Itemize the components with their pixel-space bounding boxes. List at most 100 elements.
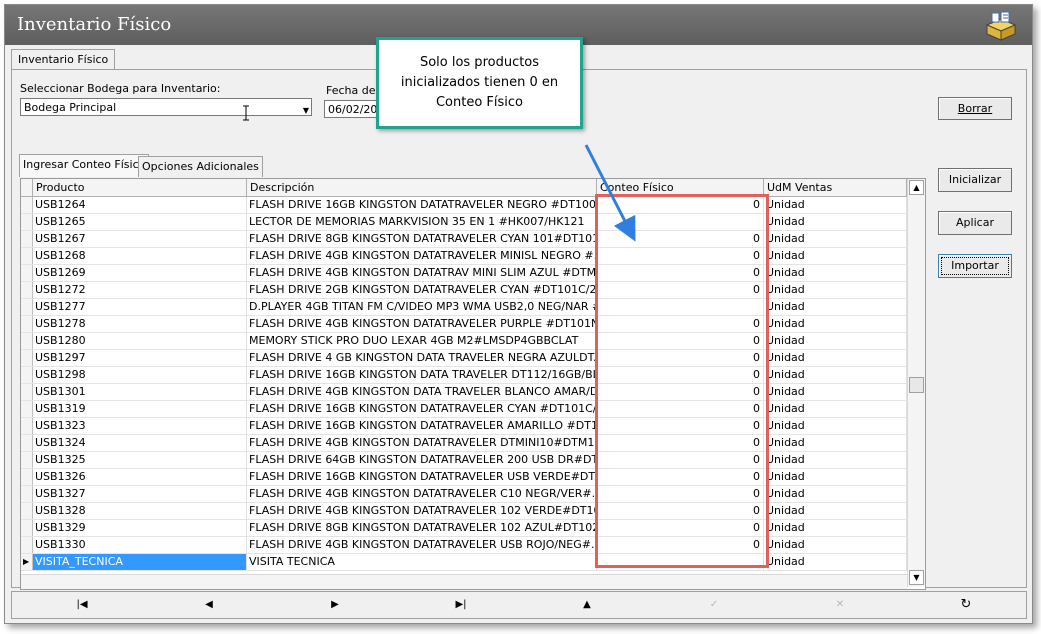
row-indicator[interactable] [21,265,33,281]
row-indicator[interactable] [21,367,33,383]
cell-udm-ventas[interactable]: Unidad [764,554,907,570]
cell-producto[interactable]: USB1301 [33,384,247,400]
row-indicator[interactable] [21,197,33,213]
table-row[interactable]: ▶ VISITA_TECNICA VISITA TECNICA Unidad [21,554,907,571]
col-descripcion[interactable]: Descripción [247,179,597,196]
cell-udm-ventas[interactable]: Unidad [764,486,907,502]
scroll-down-icon[interactable]: ▼ [909,570,924,585]
scroll-thumb[interactable] [909,377,924,393]
inicializar-button[interactable]: Inicializar [938,168,1012,192]
table-row[interactable]: USB1319 FLASH DRIVE 16GB KINGSTON DATATRA… [21,401,907,418]
table-row[interactable]: USB1264 FLASH DRIVE 16GB KINGSTON DATATRA… [21,197,907,214]
cell-descripcion[interactable]: FLASH DRIVE 2GB KINGSTON DATATRAVELER CY… [247,282,597,298]
table-row[interactable]: USB1326 FLASH DRIVE 16GB KINGSTON DATATRA… [21,469,907,486]
col-producto[interactable]: Producto [33,179,247,196]
table-row[interactable]: USB1298 FLASH DRIVE 16GB KINGSTON DATA TR… [21,367,907,384]
cell-producto[interactable]: USB1267 [33,231,247,247]
cell-descripcion[interactable]: FLASH DRIVE 4GB KINGSTON DATA TRAVELER B… [247,384,597,400]
table-row[interactable]: USB1323 FLASH DRIVE 16GB KINGSTON DATATRA… [21,418,907,435]
cell-descripcion[interactable]: FLASH DRIVE 4GB KINGSTON DATATRAVELER C1… [247,486,597,502]
tab-inventario-fisico[interactable]: Inventario Físico [11,49,116,70]
table-row[interactable]: USB1327 FLASH DRIVE 4GB KINGSTON DATATRAV… [21,486,907,503]
cell-producto[interactable]: USB1272 [33,282,247,298]
cell-producto[interactable]: USB1325 [33,452,247,468]
last-icon[interactable]: ▶| [449,596,473,614]
row-indicator[interactable] [21,418,33,434]
cell-udm-ventas[interactable]: Unidad [764,299,907,315]
first-icon[interactable]: |◀ [70,596,94,614]
cell-udm-ventas[interactable]: Unidad [764,503,907,519]
cell-udm-ventas[interactable]: Unidad [764,333,907,349]
cell-descripcion[interactable]: D.PLAYER 4GB TITAN FM C/VIDEO MP3 WMA US… [247,299,597,315]
cell-producto[interactable]: USB1297 [33,350,247,366]
cell-producto[interactable]: VISITA_TECNICA [33,554,247,570]
importar-button[interactable]: Importar [938,254,1012,278]
post-icon[interactable]: ✓ [702,596,726,614]
table-row[interactable]: USB1278 FLASH DRIVE 4GB KINGSTON DATATRAV… [21,316,907,333]
fecha-input[interactable]: 06/02/20 [324,100,384,118]
cell-descripcion[interactable]: FLASH DRIVE 4GB KINGSTON DATATRAVELER 10… [247,503,597,519]
scroll-up-icon[interactable]: ▲ [909,180,924,195]
row-indicator[interactable] [21,231,33,247]
cell-udm-ventas[interactable]: Unidad [764,282,907,298]
cell-producto[interactable]: USB1326 [33,469,247,485]
row-indicator[interactable] [21,486,33,502]
table-row[interactable]: USB1277 D.PLAYER 4GB TITAN FM C/VIDEO MP3… [21,299,907,316]
cell-producto[interactable]: USB1319 [33,401,247,417]
cell-producto[interactable]: USB1329 [33,520,247,536]
cell-producto[interactable]: USB1323 [33,418,247,434]
table-row[interactable]: USB1280 MEMORY STICK PRO DUO LEXAR 4GB M2… [21,333,907,350]
cell-descripcion[interactable]: FLASH DRIVE 4GB KINGSTON DATATRAVELER PU… [247,316,597,332]
cell-udm-ventas[interactable]: Unidad [764,469,907,485]
row-indicator[interactable] [21,248,33,264]
cell-producto[interactable]: USB1268 [33,248,247,264]
cell-producto[interactable]: USB1330 [33,537,247,553]
row-indicator[interactable] [21,452,33,468]
cell-descripcion[interactable]: FLASH DRIVE 4GB KINGSTON DATATRAV MINI S… [247,265,597,281]
horizontal-scrollbar[interactable] [21,574,907,589]
cell-descripcion[interactable]: FLASH DRIVE 16GB KINGSTON DATATRAVELER U… [247,469,597,485]
cell-descripcion[interactable]: LECTOR DE MEMORIAS MARKVISION 35 EN 1 #H… [247,214,597,230]
cell-producto[interactable]: USB1324 [33,435,247,451]
cell-udm-ventas[interactable]: Unidad [764,401,907,417]
col-udm-ventas[interactable]: UdM Ventas [764,179,907,196]
cell-udm-ventas[interactable]: Unidad [764,350,907,366]
cell-udm-ventas[interactable]: Unidad [764,214,907,230]
row-indicator[interactable] [21,299,33,315]
row-indicator[interactable] [21,503,33,519]
cell-producto[interactable]: USB1328 [33,503,247,519]
cell-producto[interactable]: USB1280 [33,333,247,349]
row-indicator[interactable] [21,350,33,366]
cell-producto[interactable]: USB1327 [33,486,247,502]
cell-descripcion[interactable]: FLASH DRIVE 4GB KINGSTON DATATRAVELER US… [247,537,597,553]
vertical-scrollbar[interactable]: ▲ ▼ [907,179,925,587]
chevron-down-icon[interactable]: ▼ [303,102,309,115]
row-indicator[interactable] [21,282,33,298]
conteo-grid[interactable]: Producto Descripción Conteo Físico UdM V… [20,178,926,590]
row-indicator[interactable] [21,401,33,417]
cell-descripcion[interactable]: FLASH DRIVE 4GB KINGSTON DATATRAVELER MI… [247,248,597,264]
refresh-icon[interactable]: ↻ [954,596,978,614]
table-row[interactable]: USB1301 FLASH DRIVE 4GB KINGSTON DATA TRA… [21,384,907,401]
cell-descripcion[interactable]: FLASH DRIVE 64GB KINGSTON DATATRAVELER 2… [247,452,597,468]
borrar-button[interactable]: Borrar [938,97,1012,120]
table-row[interactable]: USB1324 FLASH DRIVE 4GB KINGSTON DATATRAV… [21,435,907,452]
cell-udm-ventas[interactable]: Unidad [764,197,907,213]
cell-descripcion[interactable]: FLASH DRIVE 8GB KINGSTON DATATRAVELER CY… [247,231,597,247]
cell-udm-ventas[interactable]: Unidad [764,537,907,553]
insert-icon[interactable]: ▲ [575,596,599,614]
cell-descripcion[interactable]: VISITA TECNICA [247,554,597,570]
cell-descripcion[interactable]: FLASH DRIVE 16GB KINGSTON DATATRAVELER N… [247,197,597,213]
cell-descripcion[interactable]: FLASH DRIVE 16GB KINGSTON DATA TRAVELER … [247,367,597,383]
cell-udm-ventas[interactable]: Unidad [764,316,907,332]
tab-opciones-adicionales[interactable]: Opciones Adicionales [138,156,263,177]
table-row[interactable]: USB1267 FLASH DRIVE 8GB KINGSTON DATATRAV… [21,231,907,248]
table-row[interactable]: USB1328 FLASH DRIVE 4GB KINGSTON DATATRAV… [21,503,907,520]
table-row[interactable]: USB1268 FLASH DRIVE 4GB KINGSTON DATATRAV… [21,248,907,265]
table-row[interactable]: USB1265 LECTOR DE MEMORIAS MARKVISION 35 … [21,214,907,231]
table-row[interactable]: USB1297 FLASH DRIVE 4 GB KINGSTON DATA TR… [21,350,907,367]
cell-udm-ventas[interactable]: Unidad [764,452,907,468]
row-indicator[interactable] [21,435,33,451]
table-row[interactable]: USB1325 FLASH DRIVE 64GB KINGSTON DATATRA… [21,452,907,469]
table-row[interactable]: USB1329 FLASH DRIVE 8GB KINGSTON DATATRAV… [21,520,907,537]
